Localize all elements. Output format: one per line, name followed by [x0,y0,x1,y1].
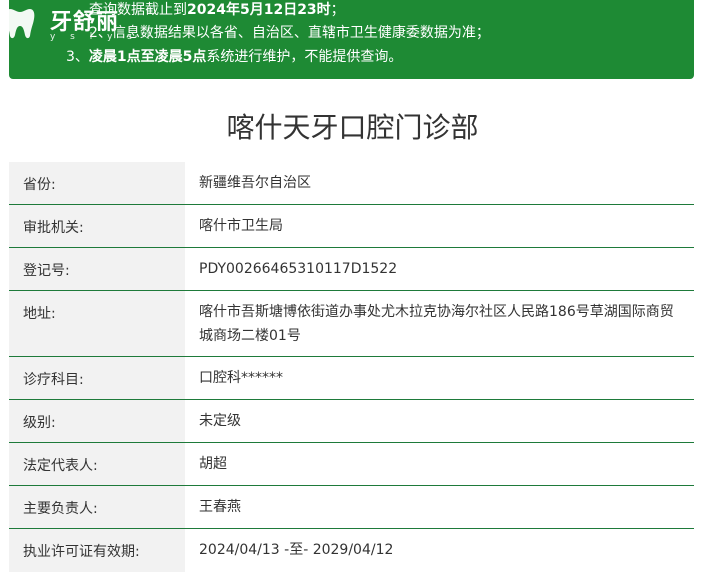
row-label: 执业许可证有效期: [23,544,140,560]
row-label: 级别: [23,415,56,431]
row-value: 喀什市卫生局 [199,218,283,234]
row-label-cell: 省份: [9,162,185,204]
row-value: 未定级 [199,413,241,429]
row-label-cell: 地址: [9,291,185,356]
info-table: 省份: 新疆维吾尔自治区 审批机关: 喀什市卫生局 登记号: PDY002664… [9,162,694,572]
row-label-cell: 主要负责人: [9,486,185,528]
row-value: 2024/04/13 -至- 2029/04/12 [199,542,394,558]
table-row-authority: 审批机关: 喀什市卫生局 [9,205,694,248]
row-value: PDY00266465310117D1522 [199,261,398,277]
table-row-department: 诊疗科目: 口腔科****** [9,357,694,400]
row-label: 主要负责人: [23,501,98,517]
row-value: 新疆维吾尔自治区 [199,175,311,191]
row-label: 法定代表人: [23,458,98,474]
table-row-level: 级别: 未定级 [9,400,694,443]
row-label: 省份: [23,177,56,193]
row-label: 登记号: [23,263,70,279]
table-row-license-validity: 执业许可证有效期: 2024/04/13 -至- 2029/04/12 [9,529,694,572]
tooth-icon [5,9,35,39]
row-label-cell: 审批机关: [9,205,185,247]
row-value: 喀什市吾斯塘博依街道办事处尤木拉克协海尔社区人民路186号草湖国际商贸城商场二楼… [199,304,674,344]
row-label-cell: 级别: [9,400,185,442]
table-row-principal: 主要负责人: 王春燕 [9,486,694,529]
table-row-province: 省份: 新疆维吾尔自治区 [9,162,694,205]
page-title: 喀什天牙口腔门诊部 [226,111,479,144]
row-value: 王春燕 [199,499,241,515]
row-label: 审批机关: [23,220,84,236]
logo-sub: y s l y s l [50,32,156,42]
table-row-legal-rep: 法定代表人: 胡超 [9,443,694,486]
row-label-cell: 登记号: [9,248,185,290]
row-label-cell: 诊疗科目: [9,357,185,399]
row-label: 地址: [23,306,56,322]
row-label-cell: 执业许可证有效期: [9,529,185,572]
notice-line-3: 3、凌晨1点至凌晨5点系统进行维护，不能提供查询。 [66,49,403,65]
row-label-cell: 法定代表人: [9,443,185,485]
row-value: 胡超 [199,456,227,472]
row-label: 诊疗科目: [23,372,84,388]
watermark-logo: 牙舒丽 y s l y s l [4,2,149,46]
table-row-registration: 登记号: PDY00266465310117D1522 [9,248,694,291]
table-row-address: 地址: 喀什市吾斯塘博依街道办事处尤木拉克协海尔社区人民路186号草湖国际商贸城… [9,291,694,357]
row-value: 口腔科****** [199,370,283,386]
